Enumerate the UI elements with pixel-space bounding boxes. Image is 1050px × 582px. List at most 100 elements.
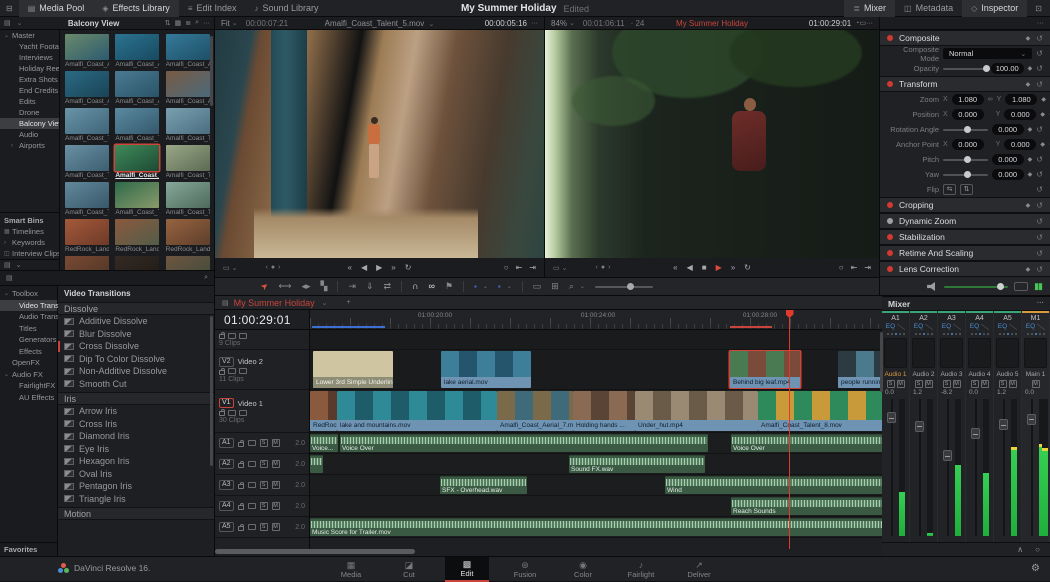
meters-icon[interactable]: ▮▮ <box>1034 281 1042 292</box>
timeline-clip-lower-3rd-simple-underline[interactable]: Lower 3rd Simple Underline <box>313 351 393 388</box>
track-header-A4[interactable]: A4SM2.0 <box>215 496 309 517</box>
track-id[interactable]: A4 <box>219 501 234 511</box>
timeline-clip-clip[interactable] <box>310 455 323 473</box>
resize-icon[interactable]: ▭ <box>553 264 560 272</box>
video-lane-V2[interactable]: Lower 3rd Simple Underlinelake aerial.mo… <box>310 350 884 390</box>
mixer-strip-a4[interactable]: A4EQAudio 4SM0.0 <box>966 311 994 542</box>
fader-area[interactable] <box>994 396 1021 542</box>
mute-button[interactable]: M <box>925 380 933 388</box>
fx-tree-audio-fx[interactable]: ⌄Audio FX <box>0 369 57 381</box>
panel-toggle-icon[interactable]: ▤ <box>6 274 13 282</box>
clip-thumbnail[interactable] <box>115 182 159 208</box>
current-bin-name[interactable]: Balcony View <box>27 19 161 28</box>
replace-clip-icon[interactable]: ⇄ <box>384 282 392 291</box>
chevron-down-icon[interactable]: ⌄ <box>569 19 575 27</box>
track-header-A3[interactable]: A3SM2.0 <box>215 475 309 496</box>
eq-button[interactable]: EQ <box>886 323 905 330</box>
timeline-name[interactable]: My Summer Holiday <box>676 19 748 28</box>
eq-button[interactable]: EQ <box>942 323 961 330</box>
settings-gear-icon[interactable]: ⚙ <box>1031 563 1040 574</box>
bin-item-holiday-reel[interactable]: Holiday Reel <box>0 63 59 74</box>
media-clip[interactable]: Amalfi_Coast_T... <box>115 145 159 179</box>
pan-control[interactable] <box>1027 330 1045 338</box>
fx-tree-generators[interactable]: Generators <box>0 334 57 346</box>
timeline-list-icon[interactable]: ▤ <box>222 299 229 307</box>
effect-eye-iris[interactable]: Eye Iris <box>58 443 214 456</box>
link-clips-icon[interactable]: ∞ <box>429 282 435 291</box>
media-clip[interactable]: Amalfi_Coast_A... <box>65 71 109 105</box>
auto-select-icon[interactable] <box>228 333 236 339</box>
eq-button[interactable]: EQ <box>1026 323 1045 330</box>
speaker-icon[interactable] <box>927 282 938 291</box>
fader-area[interactable] <box>882 396 909 542</box>
keyframe-icon[interactable]: ◆ <box>1028 65 1033 72</box>
media-clip[interactable]: RedRock_Land... <box>115 219 159 253</box>
scrollbar[interactable] <box>210 36 213 106</box>
clip-thumbnail[interactable] <box>115 34 159 60</box>
effect-smooth-cut[interactable]: Smooth Cut <box>58 378 214 391</box>
lock-icon[interactable] <box>219 334 225 339</box>
chevron-down-icon[interactable]: ⌄ <box>580 283 585 290</box>
position-y-value[interactable]: 0.000 <box>1004 109 1036 120</box>
razor-edit-icon[interactable]: ▚ <box>321 282 328 291</box>
composite-mode-select[interactable]: Normal⌄ <box>943 48 1032 59</box>
track-header-A5[interactable]: A5SM2.0 <box>215 517 309 538</box>
zoom-x-value[interactable]: 1.080 <box>952 94 984 105</box>
chevron-icon[interactable]: ⌄ <box>4 32 10 39</box>
smart-bin-keywords[interactable]: ›Keywords <box>0 237 59 248</box>
prev-edit-button[interactable]: ⇤ <box>516 263 523 272</box>
reset-icon[interactable]: ↺ <box>1036 80 1043 89</box>
audio-lane-A3[interactable]: SFX - Overhead.wavWind <box>310 475 884 496</box>
chevron-icon[interactable]: › <box>4 240 10 246</box>
timeline-view-detail-icon[interactable]: ⊞ <box>551 282 559 291</box>
section-cropping[interactable]: Cropping ◆↺ <box>880 197 1050 213</box>
section-retime-scaling[interactable]: Retime And Scaling ↺ <box>880 245 1050 261</box>
favorites-item[interactable]: Favorites <box>0 542 57 556</box>
enable-toggle[interactable] <box>887 266 893 272</box>
insert-clip-icon[interactable]: ⇥ <box>348 282 356 291</box>
fader-area[interactable] <box>938 396 965 542</box>
eq-button[interactable]: EQ <box>998 323 1017 330</box>
bin-item-drone[interactable]: Drone <box>0 107 59 118</box>
media-clip[interactable]: Amalfi_Coast_A... <box>115 34 159 68</box>
timeline-clip-sound-fx-wav[interactable]: Sound FX.wav <box>569 455 705 473</box>
timeline-clip-amalfi-coast-talent-8-mov[interactable]: Amalfi_Coast_Talent_8.mov <box>758 391 884 431</box>
keyboard-icon[interactable] <box>1014 282 1028 291</box>
smart-bin-interview-clips[interactable]: ◫Interview Clips <box>0 248 59 259</box>
section-stabilization[interactable]: Stabilization ↺ <box>880 229 1050 245</box>
snapping-icon[interactable]: ∩ <box>412 282 418 291</box>
media-clip[interactable]: Amalfi_Coast_T... <box>65 145 109 179</box>
scrollbar[interactable] <box>880 332 883 392</box>
solo-button[interactable]: S <box>260 523 268 531</box>
prev-edit-button[interactable]: ⇤ <box>851 263 858 272</box>
layout-preset-icon[interactable]: ⊡ <box>1027 4 1050 13</box>
strip-name[interactable]: Audio 2 <box>912 368 934 379</box>
solo-button[interactable]: S <box>260 481 268 489</box>
selection-tool-icon[interactable]: ➤ <box>259 281 271 293</box>
chevron-down-icon[interactable]: ⌄ <box>483 283 488 290</box>
settings-icon[interactable]: ○ <box>1035 545 1040 554</box>
effect-dip-to-color-dissolve[interactable]: Dip To Color Dissolve <box>58 353 214 366</box>
chevron-icon[interactable]: › <box>11 143 17 149</box>
chevron-down-icon[interactable]: ⌄ <box>562 264 568 272</box>
keyframe-icon[interactable]: ◆ <box>1040 111 1045 118</box>
fx-tree-fairlightfx[interactable]: FairlightFX <box>0 380 57 392</box>
effects-group-dissolve[interactable]: Dissolve <box>58 302 214 315</box>
clip-thumbnail[interactable] <box>65 145 109 171</box>
mute-button[interactable]: M <box>272 481 280 489</box>
effects-group-motion[interactable]: Motion <box>58 507 214 520</box>
go-last-button[interactable]: » <box>731 263 735 272</box>
effect-pentagon-iris[interactable]: Pentagon Iris <box>58 480 214 493</box>
loop-button[interactable]: ↻ <box>744 263 751 272</box>
yaw-value[interactable]: 0.000 <box>992 169 1024 180</box>
mute-button[interactable]: M <box>1032 380 1040 388</box>
match-frame-button[interactable]: ○ <box>504 263 509 272</box>
mute-button[interactable]: M <box>272 523 280 531</box>
yaw-slider[interactable] <box>943 174 988 176</box>
more-icon[interactable]: ··· <box>531 20 538 27</box>
clip-thumbnail[interactable] <box>65 108 109 134</box>
clip-thumbnail[interactable] <box>166 219 210 245</box>
track-header-V1[interactable]: V1Video 130 Clips <box>215 390 309 433</box>
chevron-icon[interactable]: ⌄ <box>4 290 10 297</box>
reset-icon[interactable]: ↺ <box>1036 201 1043 210</box>
